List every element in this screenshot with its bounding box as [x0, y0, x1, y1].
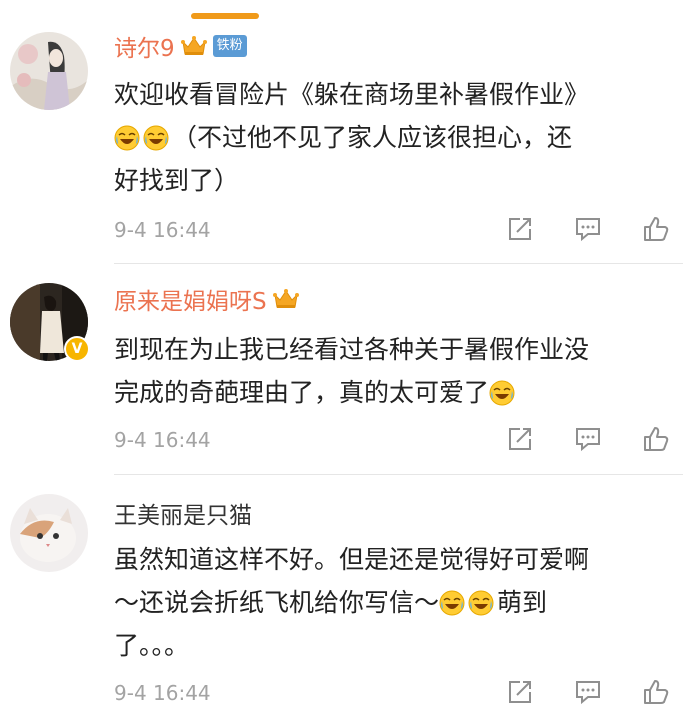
repost-button[interactable] — [505, 424, 535, 454]
comment-icon — [574, 678, 602, 706]
comment-text-line: 欢迎收看冒险片《躲在商场里补暑假作业》 — [114, 80, 590, 109]
laugh-cry-emoji-icon — [114, 125, 140, 151]
comment-actions — [505, 424, 683, 454]
comment-icon — [574, 425, 602, 453]
comment-text: 欢迎收看冒险片《躲在商场里补暑假作业》 （不过他不见了家人应该很担心，还 好找到… — [114, 73, 680, 202]
comment-actions — [505, 214, 683, 244]
divider — [114, 474, 683, 475]
like-button[interactable] — [641, 677, 671, 707]
avatar[interactable] — [10, 32, 88, 110]
verified-badge: V — [64, 336, 90, 362]
comment-text-line: 完成的奇葩理由了，真的太可爱了 — [114, 371, 680, 414]
username[interactable]: 王美丽是只猫 — [114, 496, 252, 530]
like-button[interactable] — [641, 424, 671, 454]
crown-icon — [272, 288, 299, 310]
like-icon — [642, 215, 670, 243]
comment-button[interactable] — [573, 214, 603, 244]
repost-icon — [506, 678, 534, 706]
comment-header: 诗尔9 铁粉 — [114, 30, 247, 62]
comment-text: 虽然知道这样不好。但是还是觉得好可爱啊 ～还说会折纸飞机给你写信～ 萌到 了。。。 — [114, 538, 680, 667]
username[interactable]: 诗尔9 — [114, 29, 175, 63]
comment-text-line: （不过他不见了家人应该很担心，还 — [114, 116, 680, 159]
laugh-cry-emoji-icon — [439, 590, 465, 616]
like-button[interactable] — [641, 214, 671, 244]
comment-text-line: 到现在为止我已经看过各种关于暑假作业没 — [114, 335, 590, 364]
comment-text: 到现在为止我已经看过各种关于暑假作业没 完成的奇葩理由了，真的太可爱了 — [114, 328, 680, 414]
timestamp: 9-4 16:44 — [114, 218, 211, 242]
comment-text-line: 好找到了） — [114, 166, 240, 195]
comment-text-line: ～还说会折纸飞机给你写信～ 萌到 — [114, 588, 548, 617]
scroll-indicator — [191, 13, 259, 19]
comment-button[interactable] — [573, 677, 603, 707]
username[interactable]: 原来是娟娟呀S — [114, 282, 267, 316]
comment-button[interactable] — [573, 424, 603, 454]
crown-icon — [180, 35, 207, 57]
like-icon — [642, 425, 670, 453]
fan-badge: 铁粉 — [212, 35, 247, 57]
repost-icon — [506, 215, 534, 243]
comment-header: 原来是娟娟呀S — [114, 283, 299, 315]
comment-actions — [505, 677, 683, 707]
repost-icon — [506, 425, 534, 453]
comment-icon — [574, 215, 602, 243]
avatar[interactable] — [10, 494, 88, 572]
timestamp: 9-4 16:44 — [114, 681, 211, 705]
comment-text-line: 虽然知道这样不好。但是还是觉得好可爱啊 — [114, 545, 590, 574]
laugh-cry-emoji-icon — [143, 125, 169, 151]
laugh-cry-emoji-icon — [468, 590, 494, 616]
comment-text-line: 了。。。 — [114, 631, 190, 660]
repost-button[interactable] — [505, 677, 535, 707]
repost-button[interactable] — [505, 214, 535, 244]
timestamp: 9-4 16:44 — [114, 428, 211, 452]
divider — [114, 263, 683, 264]
like-icon — [642, 678, 670, 706]
laugh-cry-emoji-icon — [489, 380, 515, 406]
comment-header: 王美丽是只猫 — [114, 497, 252, 529]
